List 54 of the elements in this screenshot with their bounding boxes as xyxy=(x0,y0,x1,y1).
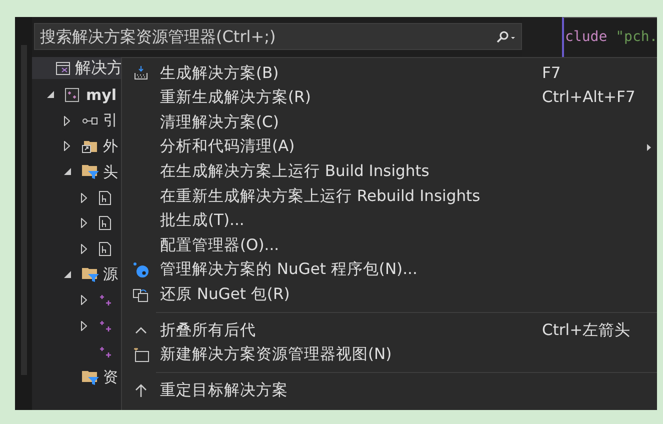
project-icon xyxy=(65,88,79,102)
menu-item[interactable]: 分析和代码清理(A) xyxy=(122,134,657,160)
menu-item[interactable]: 配置管理器(O)... xyxy=(122,233,657,258)
filter-folder-icon xyxy=(82,370,100,385)
header-file-icon xyxy=(99,242,111,256)
collapsed-arrow-icon[interactable] xyxy=(81,321,87,332)
nuget-icon xyxy=(133,262,149,278)
menu-item[interactable]: 清理解决方案(C) xyxy=(122,110,657,135)
restore-icon xyxy=(133,286,149,303)
search-field[interactable]: 搜索解决方案资源管理器(Ctrl+;) xyxy=(34,23,522,50)
cpp-file-icon xyxy=(99,293,113,308)
new-view-icon xyxy=(133,346,149,363)
menu-item[interactable]: 管理解决方案的 NuGet 程序包(N)... xyxy=(122,258,657,282)
menu-item[interactable]: 重新生成解决方案(R) Ctrl+Alt+F7 xyxy=(122,86,657,110)
filter-folder-icon xyxy=(82,267,100,282)
tree-item-label[interactable]: 源 xyxy=(103,263,118,286)
collapsed-arrow-icon[interactable] xyxy=(64,116,70,126)
build-icon xyxy=(134,66,148,80)
menu-item[interactable]: 重定目标解决方案 xyxy=(122,378,657,403)
filter-folder-icon xyxy=(82,164,100,180)
expanded-arrow-icon[interactable] xyxy=(64,271,71,278)
menu-item[interactable]: 折叠所有后代 Ctrl+左箭头 xyxy=(122,318,657,343)
code-line: clude "pch. xyxy=(565,28,657,47)
menu-item[interactable]: 批生成(T)... xyxy=(122,208,657,234)
collapsed-arrow-icon[interactable] xyxy=(81,244,87,254)
cpp-file-icon xyxy=(99,344,113,359)
expanded-arrow-icon[interactable] xyxy=(47,91,54,98)
search-icon[interactable] xyxy=(494,31,516,43)
collapsed-arrow-icon[interactable] xyxy=(81,295,87,306)
chevron-up-icon xyxy=(135,326,147,334)
header-file-icon xyxy=(99,190,111,205)
header-file-icon xyxy=(99,216,111,230)
tree-item-label[interactable]: 资 xyxy=(103,366,118,389)
arrow-up-icon xyxy=(135,383,147,398)
menu-item[interactable]: 生成解决方案(B) F7 xyxy=(122,61,657,86)
cpp-file-icon xyxy=(99,319,113,334)
shortcut-text: F7 xyxy=(542,62,562,84)
tree-item-label[interactable]: 引 xyxy=(103,109,118,132)
folder-icon xyxy=(82,139,98,154)
collapsed-arrow-icon[interactable] xyxy=(81,192,87,203)
menu-item[interactable]: 新建解决方案资源管理器视图(N) xyxy=(122,342,657,368)
shortcut-text: Ctrl+Alt+F7 xyxy=(542,87,636,108)
menu-item[interactable]: 在重新生成解决方案上运行 Rebuild Insights xyxy=(122,184,657,209)
menu-item[interactable]: 在生成解决方案上运行 Build Insights xyxy=(122,159,657,184)
solution-icon xyxy=(56,62,70,74)
shortcut-text: Ctrl+左箭头 xyxy=(542,320,632,341)
tree-item-label[interactable]: 外 xyxy=(103,134,118,158)
collapsed-arrow-icon[interactable] xyxy=(81,218,87,228)
menu-item[interactable]: 还原 NuGet 包(R) xyxy=(122,282,657,307)
tree-item-label[interactable]: 头 xyxy=(103,160,118,184)
collapsed-arrow-icon[interactable] xyxy=(64,141,70,152)
references-icon xyxy=(82,116,98,125)
tree-item-label[interactable]: myl xyxy=(86,84,117,106)
expanded-arrow-icon[interactable] xyxy=(64,168,71,176)
